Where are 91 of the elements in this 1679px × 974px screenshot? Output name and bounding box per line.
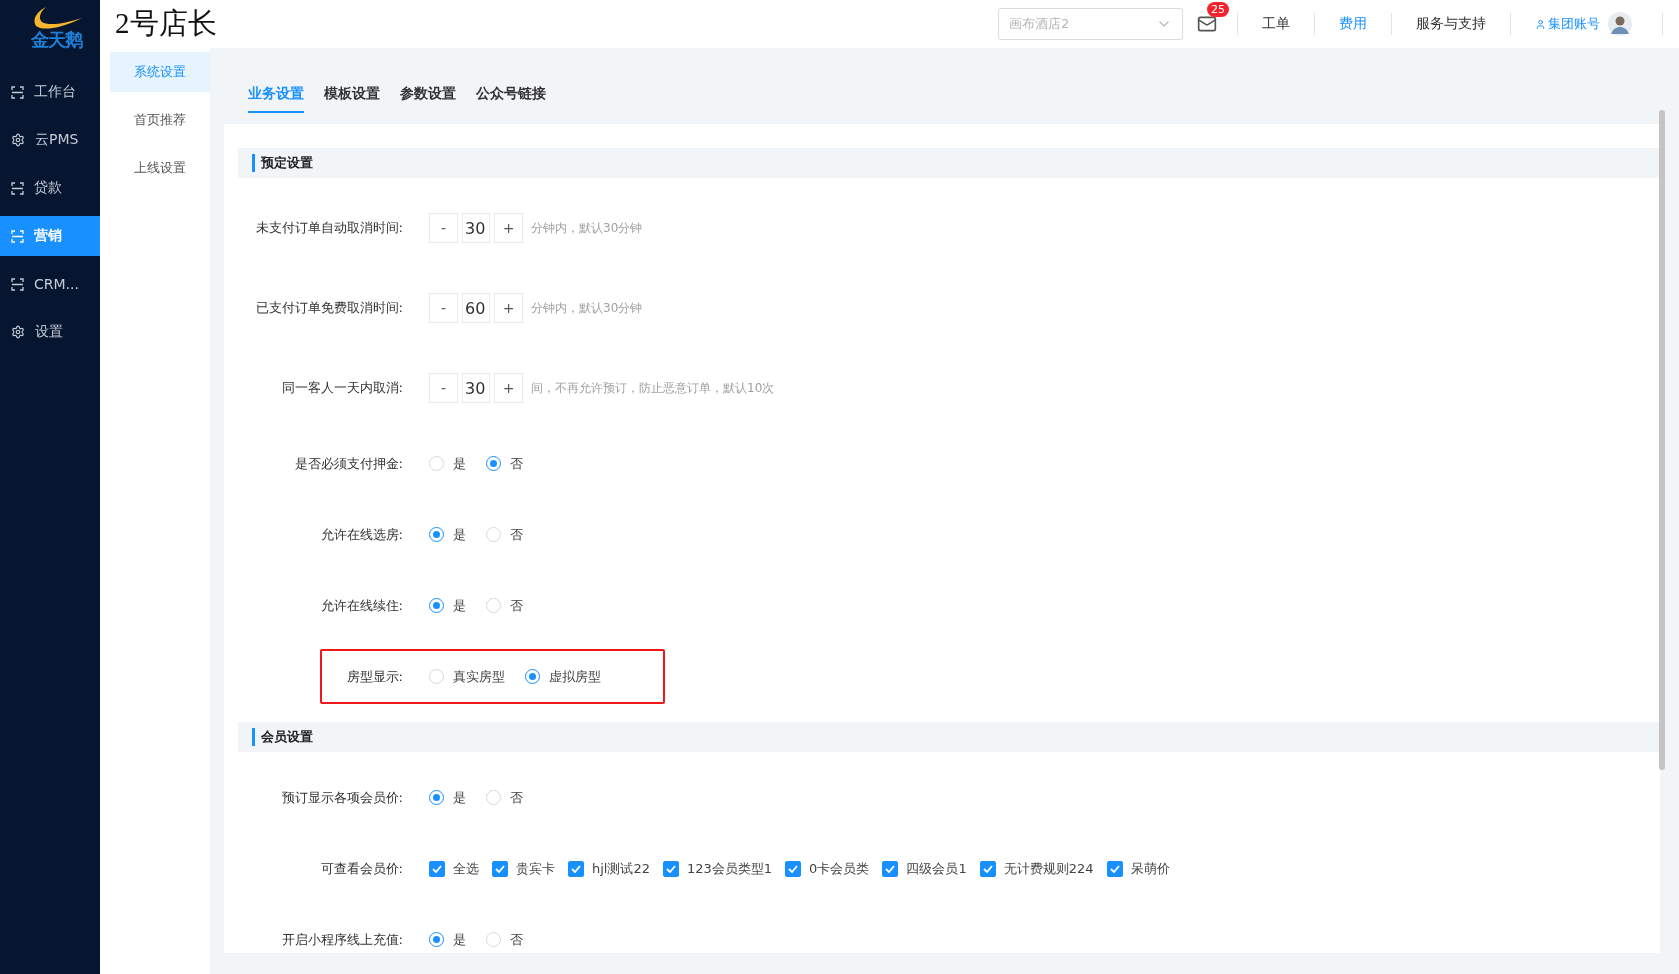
decrement-button[interactable]: -: [429, 213, 458, 243]
field-label: 允许在线续住:: [319, 596, 403, 615]
checkbox[interactable]: [663, 860, 679, 877]
nav-item[interactable]: 云PMS: [0, 120, 100, 160]
count-badge: 25: [1207, 2, 1229, 17]
option-label: 是: [453, 525, 466, 544]
frame-icon: [11, 229, 24, 243]
field-label: 未支付订单自动取消时间:: [254, 219, 403, 237]
option-label: 呆萌价: [1130, 859, 1170, 878]
checkbox[interactable]: [429, 860, 445, 877]
field-label: 已支付订单免费取消时间:: [254, 299, 403, 317]
option-label: 无计费规则224: [1003, 859, 1094, 878]
hint-text: 间，不再允许预订，防止恶意订单，默认10次: [531, 379, 775, 397]
checkmark-icon: [1109, 864, 1120, 873]
tab[interactable]: 公众号链接: [476, 48, 546, 113]
field-label: 允许在线选房:: [319, 525, 403, 544]
option-label: 虚拟房型: [549, 667, 601, 686]
increment-button[interactable]: +: [494, 373, 523, 403]
option-label: 是: [453, 454, 466, 473]
checkmark-icon: [788, 864, 799, 873]
nav-label: 贷款: [34, 179, 62, 197]
checkbox[interactable]: [1106, 860, 1123, 877]
checkmark-icon: [885, 864, 896, 873]
field-label: 可查看会员价:: [319, 859, 403, 878]
checkmark-icon: [571, 864, 581, 873]
option-label: 否: [510, 930, 523, 949]
submenu-item[interactable]: 首页推荐: [110, 100, 210, 140]
decrement-button[interactable]: -: [429, 373, 458, 403]
section-title: 预定设置: [252, 154, 313, 172]
checkmark-icon: [982, 864, 993, 873]
checkmark-icon: [666, 864, 676, 873]
option-label: 四级会员1: [906, 859, 967, 878]
checkbox[interactable]: [568, 860, 584, 877]
nav-label: 营销: [34, 227, 62, 245]
option-label: 否: [510, 454, 523, 473]
nav-item[interactable]: CRM...: [0, 264, 100, 304]
nav-label: CRM...: [34, 276, 79, 292]
increment-button[interactable]: +: [494, 293, 523, 323]
field-label: 开启小程序线上充值:: [280, 930, 403, 949]
tab[interactable]: 模板设置: [324, 48, 380, 113]
hint-text: 分钟内，默认30分钟: [531, 299, 643, 317]
nav-item[interactable]: 设置: [0, 312, 100, 352]
nav-item[interactable]: 工作台: [0, 72, 100, 112]
checkbox[interactable]: [492, 860, 508, 877]
frame-icon: [11, 181, 24, 195]
nav-item[interactable]: 贷款: [0, 168, 100, 208]
field-label: 房型显示:: [345, 667, 403, 686]
checkbox[interactable]: [785, 860, 802, 877]
decrement-button[interactable]: -: [429, 293, 458, 323]
header-link[interactable]: 服务与支持: [1392, 15, 1510, 33]
number-field[interactable]: 60: [462, 293, 490, 323]
logo-text: 金天鹅: [30, 28, 82, 52]
option-label: 123会员类型1: [687, 859, 773, 878]
field-label: 预订显示各项会员价:: [280, 788, 403, 807]
tab[interactable]: 参数设置: [400, 48, 456, 113]
field-label: 是否必须支付押金:: [293, 454, 403, 473]
nav-label: 设置: [35, 323, 63, 341]
checkmark-icon: [495, 864, 505, 873]
option-label: 贵宾卡: [516, 859, 555, 878]
section-title: 会员设置: [252, 728, 313, 746]
frame-icon: [11, 85, 24, 99]
app-title: 2号店长: [115, 6, 217, 41]
option-label: 全选: [453, 859, 479, 878]
checkbox[interactable]: [979, 860, 996, 877]
option-label: 是: [453, 788, 466, 807]
option-label: 否: [510, 596, 523, 615]
option-label: 是: [453, 930, 466, 949]
avatar: [1608, 12, 1632, 36]
number-field[interactable]: 30: [462, 213, 490, 243]
gear-icon: [11, 133, 25, 147]
user-icon: [1535, 18, 1546, 30]
mail-icon[interactable]: [1197, 14, 1217, 34]
option-label: 是: [453, 596, 466, 615]
option-label: 否: [510, 525, 523, 544]
frame-icon: [11, 277, 24, 291]
checkmark-icon: [432, 864, 442, 873]
number-field[interactable]: 30: [462, 373, 490, 403]
increment-button[interactable]: +: [494, 213, 523, 243]
option-label: 0卡会员类: [809, 859, 870, 878]
field-label: 同一客人一天内取消:: [280, 379, 403, 397]
option-label: 否: [510, 788, 523, 807]
checkbox[interactable]: [882, 860, 899, 877]
scrollbar[interactable]: [1659, 110, 1665, 770]
nav-label: 工作台: [34, 83, 76, 101]
option-label: 真实房型: [453, 667, 505, 686]
nav-label: 云PMS: [35, 131, 79, 149]
option-label: hjl测试22: [592, 859, 650, 878]
hint-text: 分钟内，默认30分钟: [531, 219, 643, 237]
gear-icon: [11, 325, 25, 339]
submenu-item[interactable]: 上线设置: [110, 148, 210, 188]
header-link[interactable]: 工单: [1238, 15, 1314, 33]
